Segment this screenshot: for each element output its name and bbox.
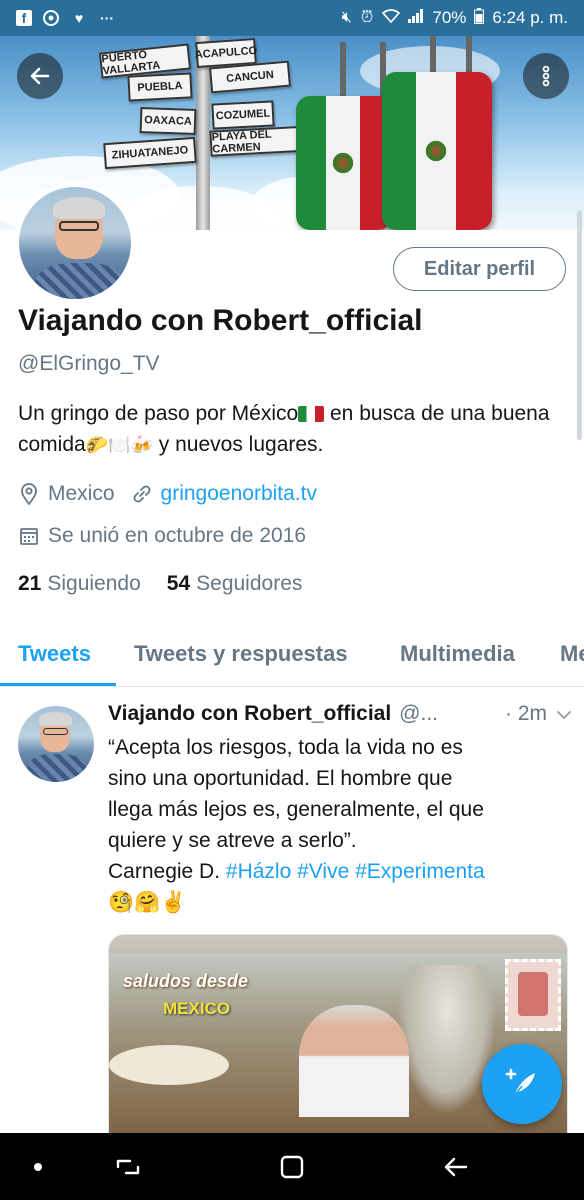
heart-icon: ♥ — [74, 10, 84, 26]
profile-avatar[interactable] — [14, 182, 136, 304]
alarm-icon: ⏰︎ — [360, 9, 375, 26]
nav-dot-icon[interactable] — [18, 1147, 58, 1187]
compose-feather-icon — [505, 1068, 535, 1097]
chevron-down-icon[interactable] — [555, 706, 573, 730]
followers-count[interactable]: 54 — [167, 572, 190, 596]
sign-zihuatanejo: ZIHUATANEJO — [103, 136, 197, 170]
battery-icon — [474, 7, 485, 29]
sign-oaxaca: OAXACA — [139, 107, 197, 135]
tab-multimedia[interactable]: Multimedia — [400, 641, 515, 667]
chrome-icon — [42, 9, 60, 27]
clock-time: 6:24 p. m. — [492, 8, 568, 27]
tweet-avatar[interactable] — [18, 706, 94, 782]
profile-bio: Un gringo de paso por México en busca de… — [18, 398, 573, 461]
edit-profile-button[interactable]: Editar perfil — [393, 247, 566, 291]
sign-cozumel: COZUMEL — [211, 100, 275, 130]
signal-icon — [408, 8, 424, 28]
tweet-author-name[interactable]: Viajando con Robert_official — [108, 702, 391, 726]
tweet-line: “Acepta los riesgos, toda la vida no es — [108, 736, 463, 759]
home-button-icon[interactable] — [272, 1147, 312, 1187]
sign-cancun: CANCUN — [209, 60, 291, 94]
back-button[interactable] — [17, 53, 63, 99]
status-bar: f ♥ ··· 🔇︎ ⏰︎ 70% 6:24 p. m. — [0, 0, 584, 36]
back-nav-icon[interactable] — [436, 1147, 476, 1187]
mute-icon: 🔇︎ — [341, 9, 353, 26]
profile-tabs: Tweets Tweets y respuestas Multimedia Me — [0, 625, 584, 687]
tab-likes[interactable]: Me — [560, 641, 584, 667]
hashtag-hazlo[interactable]: #Házlo — [226, 860, 291, 883]
scrollbar[interactable] — [577, 210, 582, 440]
media-caption-country: MEXICO — [163, 999, 231, 1018]
follow-stats: 21 Siguiendo 54 Seguidores — [18, 572, 302, 596]
following-label[interactable]: Siguiendo — [47, 572, 140, 596]
bio-text-3: y nuevos lugares. — [152, 433, 324, 456]
calendar-icon — [18, 525, 40, 547]
bio-text-1: Un gringo de paso por México — [18, 402, 299, 425]
profile-meta-row: Mexico gringoenorbita.tv — [18, 482, 317, 506]
back-arrow-icon — [30, 67, 50, 85]
active-tab-indicator — [0, 683, 116, 686]
link-icon — [131, 483, 153, 505]
sign-puebla: PUEBLA — [127, 72, 193, 102]
vertical-dots-icon — [542, 65, 550, 87]
postage-stamp — [505, 959, 561, 1031]
tweet-header: Viajando con Robert_official @... · 2m — [108, 702, 573, 726]
bio-emojis: 🌮🍽️🍻 — [85, 435, 153, 455]
tweet-author-username[interactable]: @... — [399, 702, 438, 726]
tweet-line: sino una oportunidad. El hombre que — [108, 767, 453, 790]
facebook-icon: f — [16, 10, 32, 26]
mexico-flag-icon — [298, 406, 325, 422]
media-caption-greeting: saludos desde — [123, 971, 249, 991]
tab-tweets-replies[interactable]: Tweets y respuestas — [134, 641, 348, 667]
location-pin-icon — [18, 483, 40, 505]
tweet-line: llega más lejos es, generalmente, el que — [108, 798, 484, 821]
tweet-attribution: Carnegie D. — [108, 860, 226, 883]
profile-location: Mexico — [48, 482, 115, 505]
more-dots-icon: ··· — [100, 10, 114, 26]
following-count[interactable]: 21 — [18, 572, 41, 596]
tweet-line: Carnegie D. #Házlo #Vive #Experimenta — [108, 856, 568, 887]
tweet-text: “Acepta los riesgos, toda la vida no es … — [108, 732, 568, 918]
profile-handle: @ElGringo_TV — [18, 352, 160, 375]
tweet-line: quiere y se atreve a serlo”. — [108, 829, 357, 852]
suitcase-right — [382, 72, 492, 230]
battery-percent: 70% — [432, 8, 467, 27]
profile-website-link[interactable]: gringoenorbita.tv — [161, 482, 317, 506]
compose-tweet-button[interactable] — [482, 1044, 562, 1124]
suitcase-left — [296, 96, 392, 230]
profile-joined-date: Se unió en octubre de 2016 — [48, 524, 307, 547]
profile-display-name: Viajando con Robert_official — [18, 304, 423, 337]
tweet-emojis: 🧐🤗✌️ — [108, 891, 187, 914]
followers-label[interactable]: Seguidores — [196, 572, 302, 596]
hashtag-experimenta[interactable]: #Experimenta — [355, 860, 485, 883]
profile-joined-row: Se unió en octubre de 2016 — [18, 524, 306, 548]
overflow-menu-button[interactable] — [523, 53, 569, 99]
android-nav-bar — [0, 1133, 584, 1200]
wifi-icon — [382, 8, 401, 28]
recent-apps-icon[interactable] — [108, 1147, 148, 1187]
hashtag-vive[interactable]: #Vive — [297, 860, 349, 883]
tab-tweets[interactable]: Tweets — [18, 641, 91, 667]
